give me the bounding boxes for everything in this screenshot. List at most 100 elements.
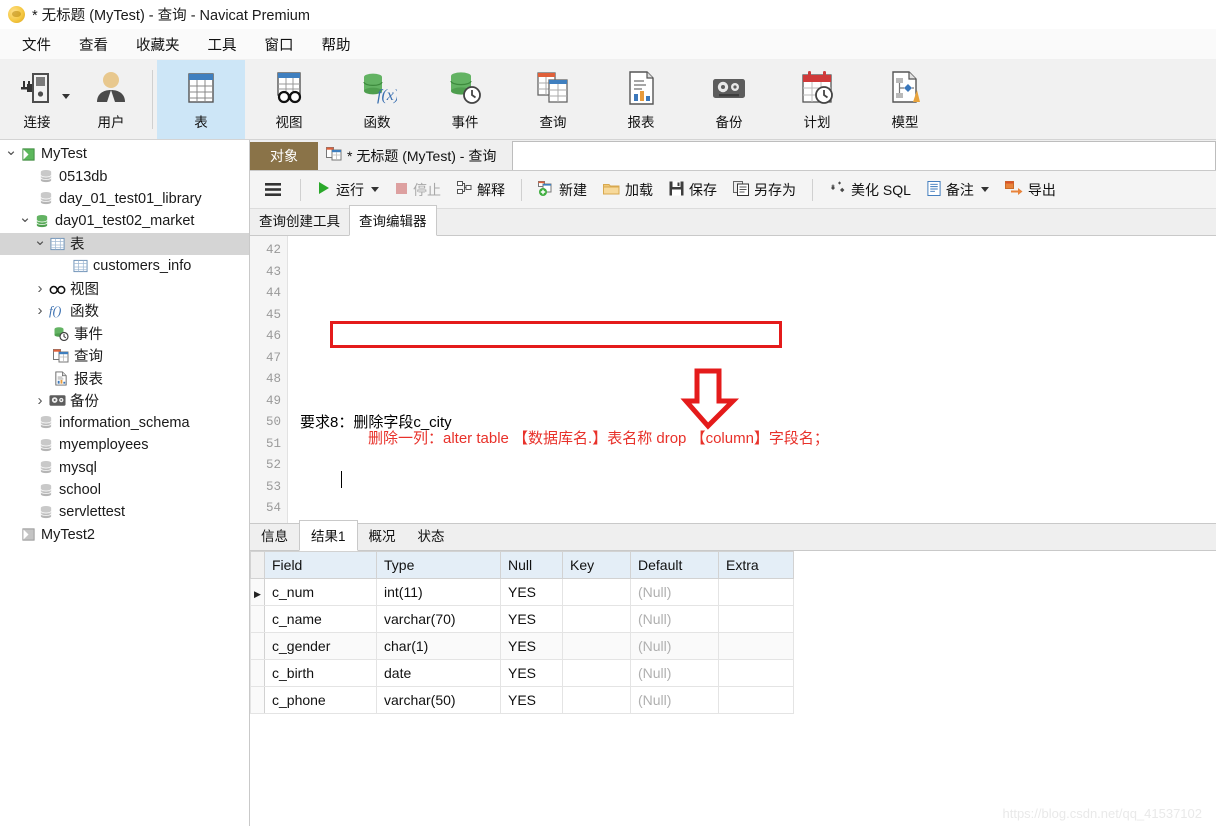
cell-default[interactable]: (Null) — [630, 659, 719, 687]
tab-info[interactable]: 信息 — [250, 521, 299, 550]
tab-query-editor[interactable]: 查询编辑器 — [349, 205, 437, 236]
sidebar-item-school[interactable]: school — [0, 479, 249, 501]
sidebar-item-mytest2[interactable]: MyTest2 — [0, 524, 249, 546]
column-header-field[interactable]: Field — [264, 551, 377, 579]
new-button[interactable]: 新建 — [530, 176, 595, 204]
sidebar-item-backups[interactable]: 备份 — [0, 389, 249, 411]
table-row[interactable]: c_birth date YES (Null) — [250, 659, 794, 687]
explain-button[interactable]: 解释 — [449, 176, 513, 204]
cell-extra[interactable] — [718, 659, 794, 687]
hamburger-icon[interactable] — [258, 178, 292, 201]
table-row[interactable]: c_gender char(1) YES (Null) — [250, 632, 794, 660]
chevron-down-icon[interactable] — [371, 187, 379, 192]
sidebar-item-mytest[interactable]: MyTest — [0, 143, 249, 165]
tab-profile[interactable]: 概况 — [358, 521, 407, 550]
sidebar-item-information-schema[interactable]: information_schema — [0, 412, 249, 434]
chevron-down-icon[interactable] — [4, 145, 18, 163]
sidebar-item-tables[interactable]: 表 — [0, 232, 249, 255]
cell-default[interactable]: (Null) — [630, 686, 719, 714]
toolbar-button-schedule[interactable]: 计划 — [773, 60, 861, 139]
cell-extra[interactable] — [718, 605, 794, 633]
chevron-down-icon[interactable] — [33, 235, 47, 253]
object-tree-sidebar[interactable]: MyTest 0513db day_01_test01_library day0… — [0, 140, 250, 826]
cell-field[interactable]: c_birth — [264, 659, 377, 687]
cell-key[interactable] — [562, 605, 631, 633]
chevron-down-icon[interactable] — [18, 212, 32, 230]
cell-key[interactable] — [562, 686, 631, 714]
comment-button[interactable]: 备注 — [919, 176, 997, 204]
stop-button[interactable]: 停止 — [387, 176, 449, 204]
tab-untitled-query[interactable]: * 无标题 (MyTest) - 查询 — [318, 141, 509, 170]
chevron-right-icon[interactable] — [33, 302, 47, 319]
toolbar-button-connection[interactable]: 连接 — [0, 60, 74, 139]
toolbar-button-table[interactable]: 表 — [157, 60, 245, 139]
toolbar-button-function[interactable]: f(x) 函数 — [333, 60, 421, 139]
sidebar-item-mysql[interactable]: mysql — [0, 456, 249, 478]
cell-extra[interactable] — [718, 578, 794, 606]
sql-editor[interactable]: 42 43 44 45 46 47 48 49 50 51 52 53 54 要… — [250, 236, 1216, 523]
cell-null[interactable]: YES — [500, 605, 563, 633]
cell-field[interactable]: c_name — [264, 605, 377, 633]
toolbar-button-model[interactable]: 模型 — [861, 60, 949, 139]
menu-favorites[interactable]: 收藏夹 — [122, 31, 194, 58]
save-button[interactable]: 保存 — [661, 176, 725, 204]
column-header-type[interactable]: Type — [376, 551, 501, 579]
cell-field[interactable]: c_gender — [264, 632, 377, 660]
export-button[interactable]: 导出 — [997, 176, 1064, 204]
table-row[interactable]: ▶ c_num int(11) YES (Null) — [250, 578, 794, 606]
column-header-extra[interactable]: Extra — [718, 551, 794, 579]
save-as-button[interactable]: 另存为 — [725, 176, 804, 204]
sidebar-item-reports[interactable]: 报表 — [0, 367, 249, 389]
tab-objects[interactable]: 对象 — [250, 142, 318, 170]
tab-result1[interactable]: 结果1 — [299, 520, 358, 551]
cell-type[interactable]: varchar(70) — [376, 605, 501, 633]
cell-null[interactable]: YES — [500, 659, 563, 687]
editor-text-area[interactable]: 要求8：删除字段c_city alter table customers_inf… — [288, 236, 1216, 523]
sidebar-item-servlettest[interactable]: servlettest — [0, 501, 249, 523]
tab-query-builder[interactable]: 查询创建工具 — [250, 206, 349, 235]
result-grid[interactable]: Field Type Null Key Default Extra ▶ c_nu… — [250, 551, 794, 714]
column-header-key[interactable]: Key — [562, 551, 631, 579]
cell-default[interactable]: (Null) — [630, 605, 719, 633]
cell-field[interactable]: c_phone — [264, 686, 377, 714]
sidebar-item-day01-test01-library[interactable]: day_01_test01_library — [0, 188, 249, 210]
beautify-sql-button[interactable]: 美化 SQL — [821, 176, 919, 204]
run-button[interactable]: 运行 — [309, 176, 387, 204]
chevron-down-icon[interactable] — [980, 187, 989, 192]
menu-view[interactable]: 查看 — [65, 31, 122, 58]
sidebar-item-day01-test02-market[interactable]: day01_test02_market — [0, 210, 249, 232]
sidebar-item-events[interactable]: 事件 — [0, 322, 249, 344]
toolbar-button-backup[interactable]: 备份 — [685, 60, 773, 139]
cell-null[interactable]: YES — [500, 632, 563, 660]
menu-window[interactable]: 窗口 — [251, 31, 308, 58]
load-button[interactable]: 加载 — [595, 176, 661, 204]
cell-null[interactable]: YES — [500, 686, 563, 714]
cell-extra[interactable] — [718, 686, 794, 714]
sidebar-item-functions[interactable]: f() 函数 — [0, 300, 249, 322]
toolbar-button-report[interactable]: 报表 — [597, 60, 685, 139]
menu-tools[interactable]: 工具 — [194, 31, 251, 58]
sidebar-item-views[interactable]: 视图 — [0, 277, 249, 299]
table-row[interactable]: c_name varchar(70) YES (Null) — [250, 605, 794, 633]
sidebar-item-0513db[interactable]: 0513db — [0, 165, 249, 187]
chevron-right-icon[interactable] — [33, 392, 47, 409]
cell-type[interactable]: int(11) — [376, 578, 501, 606]
sidebar-item-queries[interactable]: 查询 — [0, 345, 249, 367]
cell-null[interactable]: YES — [500, 578, 563, 606]
toolbar-button-event[interactable]: 事件 — [421, 60, 509, 139]
chevron-down-icon[interactable] — [62, 94, 70, 99]
cell-type[interactable]: date — [376, 659, 501, 687]
toolbar-button-view[interactable]: 视图 — [245, 60, 333, 139]
table-row[interactable]: c_phone varchar(50) YES (Null) — [250, 686, 794, 714]
cell-type[interactable]: varchar(50) — [376, 686, 501, 714]
toolbar-button-user[interactable]: 用户 — [74, 60, 148, 139]
toolbar-button-query[interactable]: 查询 — [509, 60, 597, 139]
column-header-null[interactable]: Null — [500, 551, 563, 579]
sidebar-item-myemployees[interactable]: myemployees — [0, 434, 249, 456]
cell-key[interactable] — [562, 578, 631, 606]
cell-default[interactable]: (Null) — [630, 578, 719, 606]
cell-key[interactable] — [562, 659, 631, 687]
sidebar-item-customers-info[interactable]: customers_info — [0, 255, 249, 277]
menu-help[interactable]: 帮助 — [308, 31, 365, 58]
cell-default[interactable]: (Null) — [630, 632, 719, 660]
